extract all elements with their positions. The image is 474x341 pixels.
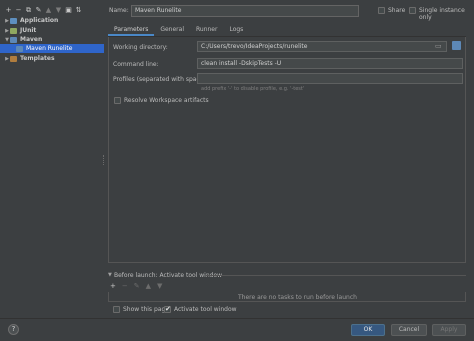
wrench-icon (10, 55, 17, 62)
sort-icon[interactable]: ⇅ (75, 6, 82, 15)
tree-item-label: JUnit (20, 27, 37, 34)
tab-general[interactable]: General (154, 24, 190, 36)
checkmark-icon: ✔ (165, 305, 171, 313)
resolve-workspace-label: Resolve Workspace artifacts (124, 97, 209, 104)
macro-icon[interactable] (452, 41, 461, 50)
cancel-button[interactable]: Cancel (391, 324, 427, 336)
tree-item-junit[interactable]: ▶ JUnit (0, 26, 104, 35)
maven-icon (16, 45, 23, 52)
before-launch-toolbar: + − ✎ ▲ ▼ (110, 282, 162, 290)
move-up-icon[interactable]: ▲ (146, 282, 151, 290)
remove-icon[interactable]: − (122, 282, 128, 290)
apply-button[interactable]: Apply (432, 324, 466, 336)
tree-item-maven-runelite[interactable]: Maven Runelite (0, 44, 104, 53)
splitter-handle[interactable] (103, 155, 105, 165)
working-directory-label: Working directory: (113, 44, 168, 51)
move-up-icon[interactable]: ▲ (45, 6, 52, 15)
folder-icon[interactable]: ▭ (435, 42, 442, 50)
tree-item-label: Maven (20, 36, 43, 43)
tree-item-label: Maven Runelite (26, 45, 73, 52)
maven-icon (10, 36, 17, 43)
tree-item-application[interactable]: ▶ Application (0, 16, 104, 25)
single-instance-label: Single instance only (419, 7, 465, 21)
application-icon (10, 17, 17, 24)
tab-logs[interactable]: Logs (223, 24, 249, 36)
tab-bar: Parameters General Runner Logs (108, 24, 249, 36)
tab-parameters[interactable]: Parameters (108, 24, 155, 36)
edit-icon[interactable]: ✎ (134, 282, 140, 290)
configurations-toolbar: + − ⧉ ✎ ▲ ▼ ▣ ⇅ (5, 5, 82, 15)
show-page-label: Show this page (123, 306, 169, 313)
name-field[interactable]: Maven Runelite (131, 5, 359, 17)
command-line-label: Command line: (113, 61, 159, 68)
show-page-checkbox[interactable] (113, 306, 120, 313)
help-button[interactable]: ? (8, 324, 19, 335)
working-directory-field[interactable]: C:/Users/trevo/IdeaProjects/runelite (197, 41, 447, 52)
add-icon[interactable]: + (110, 282, 116, 290)
junit-icon (10, 27, 17, 34)
ok-button[interactable]: OK (351, 324, 385, 336)
resolve-workspace-checkbox[interactable] (114, 97, 121, 104)
move-down-icon[interactable]: ▼ (157, 282, 162, 290)
profiles-hint: add prefix '-' to disable profile, e.g. … (201, 86, 305, 92)
remove-icon[interactable]: − (15, 6, 22, 15)
name-label: Name: (109, 7, 129, 14)
tree-item-label: Templates (20, 55, 55, 62)
profiles-label: Profiles (separated with space): (113, 76, 208, 83)
tree-item-label: Application (20, 17, 59, 24)
tree-item-maven[interactable]: ▼ Maven (0, 35, 104, 44)
footer-divider (0, 318, 474, 319)
activate-tool-window-label: Activate tool window (174, 306, 237, 313)
share-checkbox[interactable] (378, 7, 385, 14)
move-down-icon[interactable]: ▼ (55, 6, 62, 15)
chevron-down-icon[interactable]: ▼ (108, 272, 112, 278)
before-launch-divider (206, 275, 466, 276)
folder-icon[interactable]: ▣ (65, 6, 72, 15)
wrench-icon[interactable]: ✎ (35, 6, 42, 15)
add-icon[interactable]: + (5, 6, 12, 15)
share-label: Share (388, 7, 406, 14)
parameters-panel (108, 37, 466, 263)
tree-item-templates[interactable]: ▶ Templates (0, 54, 104, 63)
profiles-field[interactable] (197, 73, 463, 84)
before-launch-empty-text: There are no tasks to run before launch (238, 294, 357, 301)
single-instance-checkbox[interactable] (409, 7, 416, 14)
command-line-field[interactable]: clean install -DskipTests -U (197, 58, 463, 69)
copy-icon[interactable]: ⧉ (25, 6, 32, 15)
activate-tool-window-checkbox[interactable]: ✔ (164, 305, 171, 313)
tab-runner[interactable]: Runner (190, 24, 223, 36)
